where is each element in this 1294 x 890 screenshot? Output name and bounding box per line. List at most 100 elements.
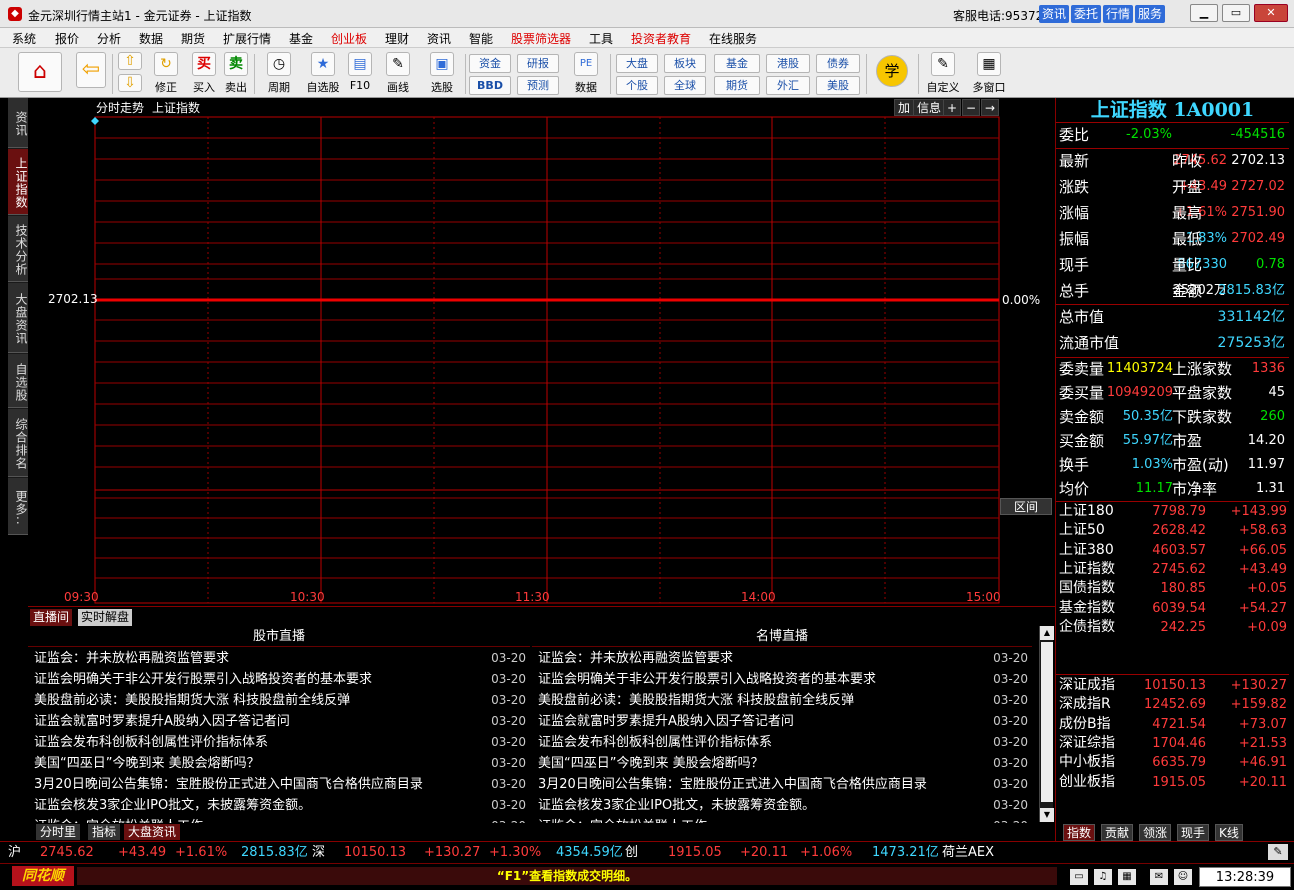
title-button-weituo[interactable]: 委托 bbox=[1071, 5, 1102, 23]
menu-zixun[interactable]: 资讯 bbox=[427, 30, 451, 47]
qujian-button[interactable]: 区间 bbox=[1000, 498, 1052, 515]
index-row[interactable]: 企债指数 242.25 +0.09 bbox=[1056, 618, 1289, 637]
zijin-button[interactable]: 资金 bbox=[469, 54, 511, 73]
calendar-icon[interactable]: ▦ bbox=[1118, 869, 1136, 885]
news-item[interactable]: 3月20日晚间公告集锦：宝胜股份正式进入中国商飞合格供应商目录 03-20 bbox=[28, 774, 530, 795]
left-tab-shangzheng[interactable]: 上证指数 bbox=[8, 149, 28, 215]
meigu-button[interactable]: 美股 bbox=[816, 76, 860, 95]
index-row[interactable]: 深成指R 12452.69 +159.82 bbox=[1056, 695, 1289, 714]
news-item[interactable]: 证监会发布科创板科创属性评价指标体系 03-20 bbox=[532, 732, 1032, 753]
sell-button[interactable]: 卖卖出 bbox=[222, 52, 250, 96]
zixuan-button[interactable]: ★ 自选股 bbox=[302, 52, 344, 96]
index-row[interactable]: 深证综指 1704.46 +21.53 bbox=[1056, 734, 1289, 753]
tab-zhibojian[interactable]: 直播间 bbox=[30, 609, 73, 626]
news-item[interactable]: 证监会：并未放松再融资监管要求 03-20 bbox=[532, 648, 1032, 669]
menu-baojia[interactable]: 报价 bbox=[55, 30, 79, 47]
tab-xianshou[interactable]: 现手 bbox=[1177, 824, 1210, 841]
news-item[interactable]: 证监会就富时罗素提升A股纳入因子答记者问 03-20 bbox=[532, 711, 1032, 732]
title-button-hangqing[interactable]: 行情 bbox=[1103, 5, 1134, 23]
news-item[interactable]: 证监会明确关于非公开发行股票引入战略投资者的基本要求 03-20 bbox=[532, 669, 1032, 690]
minimize-button[interactable]: ▁ bbox=[1190, 4, 1218, 22]
maximize-button[interactable]: ▭ bbox=[1222, 4, 1250, 22]
news-scrollbar[interactable]: ▲ ▼ bbox=[1039, 626, 1054, 822]
left-tab-zixuan[interactable]: 自选股 bbox=[8, 354, 28, 408]
wrench-icon[interactable]: ✎ bbox=[1268, 844, 1288, 860]
yuce-button[interactable]: 预测 bbox=[517, 76, 559, 95]
xiuzheng-button[interactable]: ↻ 修正 bbox=[150, 52, 182, 96]
scroll-down-icon[interactable]: ▼ bbox=[1040, 808, 1054, 822]
home-button[interactable]: ⌂ bbox=[16, 52, 64, 96]
menu-jijin[interactable]: 基金 bbox=[289, 30, 313, 47]
xue-button[interactable]: 学 bbox=[872, 52, 912, 96]
shuju-button[interactable]: PE 数据 bbox=[566, 52, 606, 96]
user-icon[interactable]: ☺ bbox=[1174, 869, 1192, 885]
index-row[interactable]: 深证成指 10150.13 +130.27 bbox=[1056, 676, 1289, 695]
news-item[interactable]: 证监会发布科创板科创属性评价指标体系 03-20 bbox=[28, 732, 530, 753]
news-item[interactable]: 证监会核发3家企业IPO批文，未披露筹资金额。 03-20 bbox=[28, 795, 530, 816]
f10-button[interactable]: ▤ F10 bbox=[346, 52, 374, 96]
tab-lingzhang[interactable]: 领涨 bbox=[1139, 824, 1172, 841]
tab-zhishu[interactable]: 指数 bbox=[1063, 824, 1096, 841]
index-row[interactable]: 成份B指 4721.54 +73.07 bbox=[1056, 715, 1289, 734]
tab-zhibiao[interactable]: 指标 bbox=[88, 824, 121, 840]
huaxian-button[interactable]: ✎ 画线 bbox=[378, 52, 418, 96]
menu-gongju[interactable]: 工具 bbox=[589, 30, 613, 47]
menu-qihuo[interactable]: 期货 bbox=[181, 30, 205, 47]
news-item[interactable]: 美国“四巫日”今晚到来 美股会熔断吗？ 03-20 bbox=[28, 753, 530, 774]
waihui-button[interactable]: 外汇 bbox=[766, 76, 810, 95]
quanqiu-button[interactable]: 全球 bbox=[664, 76, 706, 95]
tab-fenshi[interactable]: 分时里 bbox=[36, 824, 81, 840]
news-item[interactable]: 证监会明确关于非公开发行股票引入战略投资者的基本要求 03-20 bbox=[28, 669, 530, 690]
index-row[interactable]: 上证380 4603.57 +66.05 bbox=[1056, 541, 1289, 560]
index-row[interactable]: 创业板指 1915.05 +20.11 bbox=[1056, 773, 1289, 792]
close-button[interactable]: ✕ bbox=[1254, 4, 1288, 22]
menu-jiaoyu[interactable]: 投资者教育 bbox=[631, 30, 691, 47]
bankuai-button[interactable]: 板块 bbox=[664, 54, 706, 73]
left-tab-zixun[interactable]: 资讯 bbox=[8, 98, 28, 148]
title-button-zixun[interactable]: 资讯 bbox=[1039, 5, 1070, 23]
news-item[interactable]: 美国“四巫日”今晚到来 美股会熔断吗？ 03-20 bbox=[532, 753, 1032, 774]
menu-zaixian[interactable]: 在线服务 bbox=[709, 30, 757, 47]
news-item[interactable]: 证监会核发3家企业IPO批文，未披露筹资金额。 03-20 bbox=[532, 795, 1032, 816]
scroll-up-icon[interactable]: ▲ bbox=[1040, 626, 1054, 640]
monitor-icon[interactable]: ▭ bbox=[1070, 869, 1088, 885]
jijin-button[interactable]: 基金 bbox=[714, 54, 760, 73]
menu-kuozhan[interactable]: 扩展行情 bbox=[223, 30, 271, 47]
left-tab-more[interactable]: 更多.. bbox=[8, 478, 28, 535]
left-tab-jishu[interactable]: 技术分析 bbox=[8, 216, 28, 282]
news-item[interactable]: 美股盘前必读：美股股指期货大涨 科技股盘前全线反弹 03-20 bbox=[28, 690, 530, 711]
intraday-chart[interactable]: 分时走势 上证指数 加 信息 + − → 2702.13 0.00% 区间 09… bbox=[28, 98, 1055, 606]
zhaiquan-button[interactable]: 债券 bbox=[816, 54, 860, 73]
news-item[interactable]: 证监会：并未放松再融资监管要求 03-20 bbox=[28, 648, 530, 669]
menu-xitong[interactable]: 系统 bbox=[12, 30, 36, 47]
bbd-button[interactable]: BBD bbox=[469, 76, 511, 95]
tab-kxian[interactable]: K线 bbox=[1215, 824, 1243, 841]
news-item[interactable]: 美股盘前必读：美股股指期货大涨 科技股盘前全线反弹 03-20 bbox=[532, 690, 1032, 711]
index-row[interactable]: 上证50 2628.42 +58.63 bbox=[1056, 521, 1289, 540]
index-row[interactable]: 中小板指 6635.79 +46.91 bbox=[1056, 753, 1289, 772]
duochuangkou-button[interactable]: ▦ 多窗口 bbox=[968, 52, 1010, 96]
xuangu-button[interactable]: ▣ 选股 bbox=[422, 52, 462, 96]
back-button[interactable]: ⇦ bbox=[74, 52, 108, 96]
menu-chuangyeban[interactable]: 创业板 bbox=[331, 30, 367, 47]
index-row[interactable]: 上证指数 2745.62 +43.49 bbox=[1056, 560, 1289, 579]
menu-fenxi[interactable]: 分析 bbox=[97, 30, 121, 47]
left-tab-paiming[interactable]: 综合排名 bbox=[8, 409, 28, 477]
title-button-fuwu[interactable]: 服务 bbox=[1135, 5, 1166, 23]
left-tab-dapan[interactable]: 大盘资讯 bbox=[8, 283, 28, 353]
menu-shuju[interactable]: 数据 bbox=[139, 30, 163, 47]
index-row[interactable]: 国债指数 180.85 +0.05 bbox=[1056, 579, 1289, 598]
menu-zhineng[interactable]: 智能 bbox=[469, 30, 493, 47]
tab-jiepan[interactable]: 实时解盘 bbox=[78, 609, 133, 626]
news-item[interactable]: 证监会就富时罗素提升A股纳入因子答记者问 03-20 bbox=[28, 711, 530, 732]
dapan-button[interactable]: 大盘 bbox=[616, 54, 658, 73]
ganggu-button[interactable]: 港股 bbox=[766, 54, 810, 73]
zidingyi-button[interactable]: ✎ 自定义 bbox=[922, 52, 964, 96]
chat-icon[interactable]: ✉ bbox=[1150, 869, 1168, 885]
buy-button[interactable]: 买买入 bbox=[190, 52, 218, 96]
qihuo-button[interactable]: 期货 bbox=[714, 76, 760, 95]
zhouqi-button[interactable]: ◷ 周期 bbox=[260, 52, 298, 96]
menu-shaixuan[interactable]: 股票筛选器 bbox=[511, 30, 571, 47]
tab-gongxian[interactable]: 贡献 bbox=[1101, 824, 1134, 841]
yanbao-button[interactable]: 研报 bbox=[517, 54, 559, 73]
